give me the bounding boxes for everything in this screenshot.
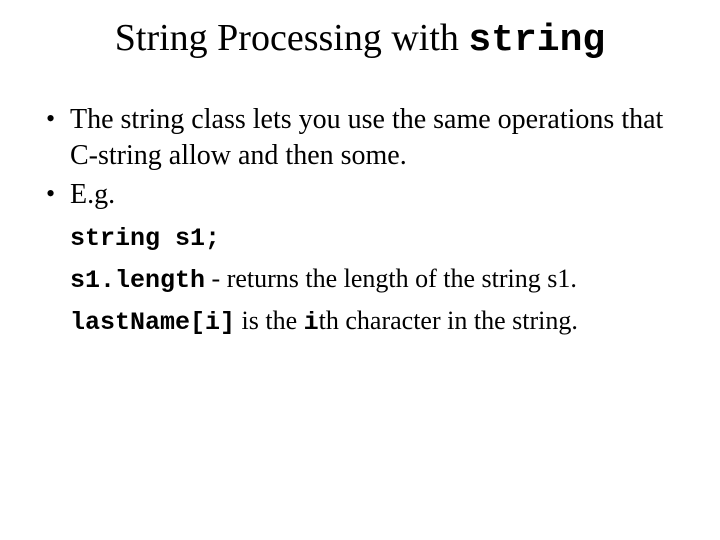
example-line: s1.length - returns the length of the st… <box>70 259 676 301</box>
plain-text: is the <box>235 306 304 335</box>
title-text: String Processing with <box>115 17 469 59</box>
code-text: lastName[i] <box>70 308 235 337</box>
code-text: i <box>304 308 319 337</box>
bullet-text: The string class lets you use the same o… <box>70 104 663 171</box>
code-text: string s1; <box>70 224 220 253</box>
example-line: lastName[i] is the ith character in the … <box>70 301 676 343</box>
plain-text: th character in the string. <box>319 306 578 335</box>
title-code: string <box>468 19 605 62</box>
slide: String Processing with string The string… <box>0 0 720 540</box>
example-line: string s1; <box>70 217 676 259</box>
bullet-item: E.g. <box>44 177 676 213</box>
bullet-item: The string class lets you use the same o… <box>44 102 676 174</box>
code-text: s1.length <box>70 266 205 295</box>
plain-text: - returns the length of the string s1. <box>205 264 577 293</box>
bullet-list: The string class lets you use the same o… <box>44 102 676 213</box>
bullet-text: E.g. <box>70 179 115 210</box>
slide-title: String Processing with string <box>44 18 676 62</box>
example-block: string s1; s1.length - returns the lengt… <box>70 217 676 342</box>
